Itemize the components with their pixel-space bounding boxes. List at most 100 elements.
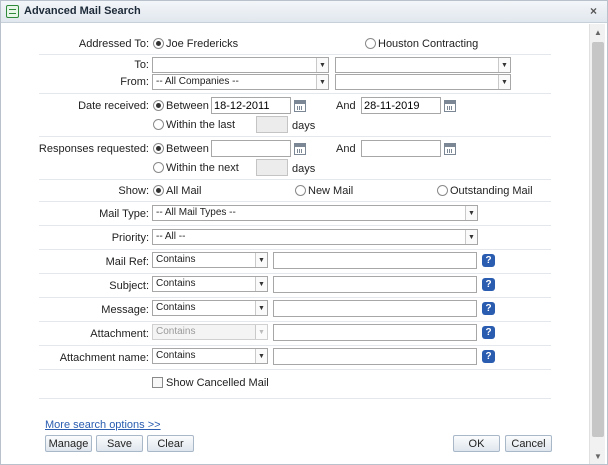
priority-label: Priority:	[111, 232, 149, 244]
show-cancelled-checkbox[interactable]	[152, 377, 163, 388]
show-outstanding-mail-radio[interactable]	[437, 185, 448, 196]
to-label: To:	[134, 59, 149, 71]
priority-select[interactable]: -- All -- ▼	[152, 229, 478, 245]
date-received-and-label: And	[336, 100, 356, 112]
from-select-primary[interactable]: -- All Companies -- ▼	[152, 74, 329, 90]
chevron-down-icon: ▼	[255, 253, 267, 267]
dialog-title: Advanced Mail Search	[24, 5, 141, 17]
responses-within-label: Within the next	[166, 162, 239, 174]
title-bar: Advanced Mail Search ×	[1, 1, 607, 23]
date-received-within-input[interactable]	[256, 116, 288, 133]
divider	[39, 321, 551, 322]
date-received-between-radio[interactable]	[153, 100, 164, 111]
ok-button[interactable]: OK	[453, 435, 500, 452]
clear-button[interactable]: Clear	[147, 435, 194, 452]
date-received-within-radio[interactable]	[153, 119, 164, 130]
chevron-down-icon: ▼	[465, 230, 477, 244]
show-new-mail-radio[interactable]	[295, 185, 306, 196]
mail-ref-label: Mail Ref:	[105, 256, 149, 268]
chevron-down-icon: ▼	[255, 277, 267, 291]
date-received-end-input[interactable]	[361, 97, 441, 114]
calendar-icon[interactable]	[444, 143, 456, 155]
subject-operator-select[interactable]: Contains ▼	[152, 276, 268, 292]
show-outstanding-mail-label: Outstanding Mail	[450, 185, 533, 197]
message-operator-select[interactable]: Contains ▼	[152, 300, 268, 316]
divider	[39, 136, 551, 137]
to-select-primary[interactable]: ▼	[152, 57, 329, 73]
responses-requested-label: Responses requested:	[38, 143, 149, 155]
help-icon[interactable]: ?	[482, 254, 495, 267]
scrollbar-thumb[interactable]	[592, 42, 604, 437]
responses-start-input[interactable]	[211, 140, 291, 157]
calendar-icon[interactable]	[294, 143, 306, 155]
message-label: Message:	[101, 304, 149, 316]
responses-and-label: And	[336, 143, 356, 155]
from-label: From:	[120, 76, 149, 88]
date-received-between-label: Between	[166, 100, 209, 112]
help-icon[interactable]: ?	[482, 278, 495, 291]
more-search-options-link[interactable]: More search options >>	[45, 419, 161, 431]
chevron-down-icon: ▼	[316, 58, 328, 72]
calendar-icon[interactable]	[294, 100, 306, 112]
show-all-mail-radio[interactable]	[153, 185, 164, 196]
addressed-to-radio-joe[interactable]	[153, 38, 164, 49]
scroll-down-icon[interactable]: ▼	[590, 448, 606, 464]
date-received-days-label: days	[292, 120, 316, 132]
addressed-to-label: Addressed To:	[78, 38, 149, 50]
subject-input[interactable]	[273, 276, 477, 293]
responses-within-radio[interactable]	[153, 162, 164, 173]
show-all-mail-label: All Mail	[166, 185, 202, 197]
mail-type-label: Mail Type:	[99, 208, 149, 220]
date-received-label: Date received:	[78, 100, 149, 112]
mail-type-select[interactable]: -- All Mail Types -- ▼	[152, 205, 478, 221]
manage-button[interactable]: Manage	[45, 435, 92, 452]
responses-between-radio[interactable]	[153, 143, 164, 154]
chevron-down-icon: ▼	[465, 206, 477, 220]
attachment-input[interactable]	[273, 324, 477, 341]
divider	[39, 249, 551, 250]
divider	[39, 93, 551, 94]
vertical-scrollbar[interactable]: ▲ ▼	[589, 24, 605, 464]
chevron-down-icon: ▼	[255, 325, 267, 339]
mail-ref-input[interactable]	[273, 252, 477, 269]
advanced-mail-search-dialog: Advanced Mail Search × Addressed To: Joe…	[0, 0, 608, 465]
divider	[39, 297, 551, 298]
cancel-button[interactable]: Cancel	[505, 435, 552, 452]
addressed-to-houston-label: Houston Contracting	[378, 38, 479, 50]
show-label: Show:	[118, 185, 149, 197]
mail-ref-operator-select[interactable]: Contains ▼	[152, 252, 268, 268]
help-icon[interactable]: ?	[482, 350, 495, 363]
from-select-secondary[interactable]: ▼	[335, 74, 511, 90]
close-icon[interactable]: ×	[590, 4, 597, 18]
date-received-within-label: Within the last	[166, 119, 236, 131]
subject-label: Subject:	[109, 280, 149, 292]
responses-within-input[interactable]	[256, 159, 288, 176]
addressed-to-radio-houston[interactable]	[365, 38, 376, 49]
chevron-down-icon: ▼	[498, 75, 510, 89]
scroll-up-icon[interactable]: ▲	[590, 24, 606, 40]
chevron-down-icon: ▼	[498, 58, 510, 72]
attachment-name-input[interactable]	[273, 348, 477, 365]
to-select-secondary[interactable]: ▼	[335, 57, 511, 73]
divider	[39, 201, 551, 202]
divider	[39, 179, 551, 180]
save-button[interactable]: Save	[96, 435, 143, 452]
attachment-name-operator-select[interactable]: Contains ▼	[152, 348, 268, 364]
attachment-label: Attachment:	[90, 328, 149, 340]
divider	[39, 273, 551, 274]
responses-days-label: days	[292, 163, 316, 175]
divider	[39, 369, 551, 370]
date-received-start-input[interactable]	[211, 97, 291, 114]
divider	[39, 398, 551, 399]
message-input[interactable]	[273, 300, 477, 317]
show-cancelled-label: Show Cancelled Mail	[166, 377, 269, 389]
help-icon[interactable]: ?	[482, 326, 495, 339]
chevron-down-icon: ▼	[255, 301, 267, 315]
help-icon[interactable]: ?	[482, 302, 495, 315]
responses-end-input[interactable]	[361, 140, 441, 157]
calendar-icon[interactable]	[444, 100, 456, 112]
chevron-down-icon: ▼	[316, 75, 328, 89]
chevron-down-icon: ▼	[255, 349, 267, 363]
responses-between-label: Between	[166, 143, 209, 155]
show-new-mail-label: New Mail	[308, 185, 354, 197]
